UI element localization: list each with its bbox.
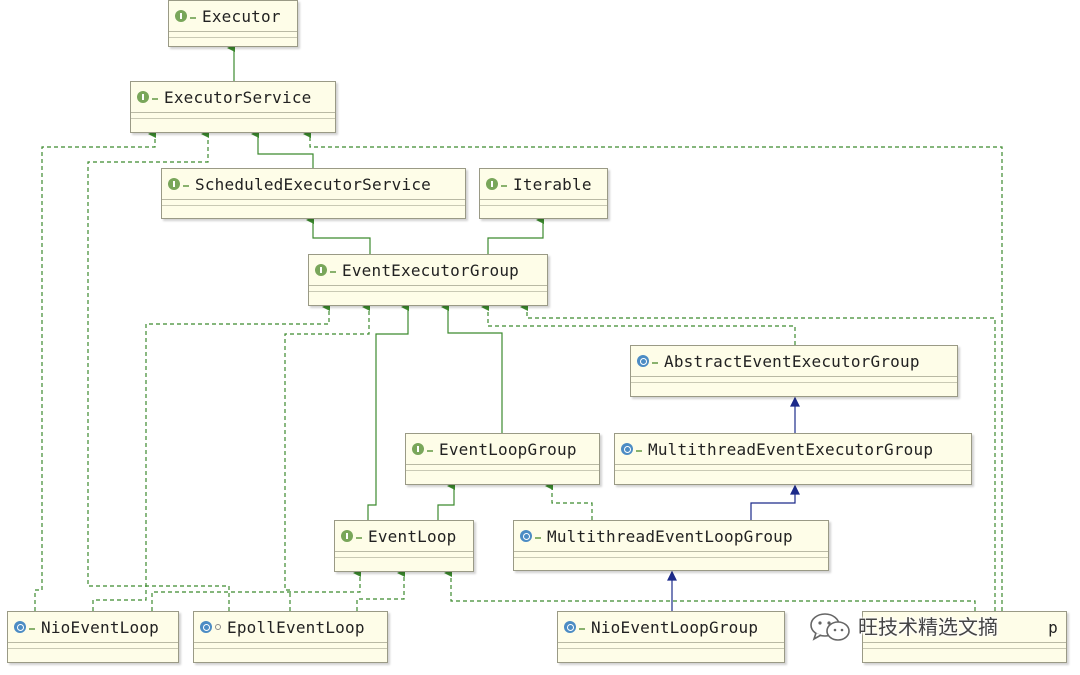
field-compartment (863, 643, 1066, 649)
field-compartment (480, 200, 607, 206)
edge-epollel-el (356, 569, 405, 611)
node-label: NioEventLoopGroup (591, 617, 759, 637)
node-label: MultithreadEventExecutorGroup (648, 439, 934, 459)
node-label: Executor (202, 6, 281, 26)
field-compartment (8, 643, 178, 649)
node-iterable[interactable]: Iterable (479, 168, 608, 219)
edge-melg-elg (545, 482, 593, 520)
node-aeeg[interactable]: AbstractEventExecutorGroup (630, 345, 958, 397)
node-label: EpollEventLoop (227, 617, 365, 637)
public-icon (356, 534, 362, 539)
node-nioelg[interactable]: NioEventLoopGroup (557, 611, 785, 663)
arrow-meeg-aeeg (790, 396, 800, 407)
node-elg[interactable]: EventLoopGroup (405, 433, 600, 485)
public-icon (579, 625, 585, 630)
edge-elg-eeg (441, 303, 503, 433)
abstract-class-icon (621, 443, 633, 455)
node-melg[interactable]: MultithreadEventLoopGroup (513, 520, 829, 571)
public-icon (330, 268, 336, 273)
interface-icon (168, 178, 180, 190)
public-icon (183, 182, 189, 187)
field-compartment (194, 643, 387, 649)
interface-icon (315, 264, 327, 276)
class-icon (200, 621, 212, 633)
interface-icon (137, 91, 149, 103)
package-private-icon (215, 624, 221, 630)
edge-partial-el (444, 569, 976, 611)
node-label: p (1048, 617, 1058, 637)
node-executorservice[interactable]: ExecutorService (130, 81, 336, 133)
field-compartment (514, 552, 828, 558)
node-scheduled[interactable]: ScheduledExecutorService (161, 168, 466, 219)
edge-scheduled-executorservice (251, 130, 314, 168)
field-compartment (335, 552, 473, 558)
edge-nioel-executorservice (34, 130, 156, 611)
public-icon (29, 625, 35, 630)
node-eeg[interactable]: EventExecutorGroup (308, 254, 548, 306)
node-epollel[interactable]: EpollEventLoop (193, 611, 388, 663)
field-compartment (558, 643, 784, 649)
interface-icon (341, 530, 353, 542)
node-el[interactable]: EventLoop (334, 520, 474, 572)
edge-el-elg (437, 482, 455, 520)
field-compartment (162, 200, 465, 206)
node-label: AbstractEventExecutorGroup (664, 351, 920, 371)
node-label: EventLoop (368, 526, 457, 546)
node-label: NioEventLoop (41, 617, 159, 637)
node-label: MultithreadEventLoopGroup (547, 526, 793, 546)
edge-el-eeg (367, 303, 409, 520)
arrow-melg-meeg (790, 484, 800, 495)
field-compartment (406, 465, 599, 471)
field-compartment (131, 113, 335, 119)
field-compartment (631, 377, 957, 383)
edge-aeeg-eeg (481, 303, 796, 345)
node-label: EventLoopGroup (439, 439, 577, 459)
public-icon (652, 359, 658, 364)
interface-icon (412, 443, 424, 455)
class-icon (14, 621, 26, 633)
public-icon (427, 447, 433, 452)
node-label: Iterable (513, 174, 592, 194)
field-compartment (615, 465, 971, 471)
abstract-class-icon (637, 355, 649, 367)
class-icon (564, 621, 576, 633)
node-meeg[interactable]: MultithreadEventExecutorGroup (614, 433, 972, 485)
edge-eeg-iterable (487, 216, 544, 254)
node-nioel[interactable]: NioEventLoop (7, 611, 179, 663)
public-icon (501, 182, 507, 187)
node-label: ExecutorService (164, 87, 312, 107)
public-icon (636, 447, 642, 452)
interface-icon (486, 178, 498, 190)
watermark-text: 旺技术精选文摘 (858, 615, 998, 639)
arrow-nioelg-melg (667, 570, 677, 581)
edge-eeg-scheduled (306, 216, 371, 254)
edge-nioel-eeg (92, 303, 330, 611)
public-icon (535, 534, 541, 539)
field-compartment (309, 286, 547, 292)
public-icon (190, 14, 196, 19)
node-label: EventExecutorGroup (342, 260, 519, 280)
node-label: ScheduledExecutorService (195, 174, 431, 194)
wechat-icon (810, 613, 850, 641)
edge-nioel-el (151, 569, 361, 611)
abstract-class-icon (520, 530, 532, 542)
node-executor[interactable]: Executor (168, 0, 298, 47)
interface-icon (175, 10, 187, 22)
public-icon (152, 95, 158, 100)
field-compartment (169, 32, 297, 38)
edge-melg-meeg (750, 492, 796, 520)
